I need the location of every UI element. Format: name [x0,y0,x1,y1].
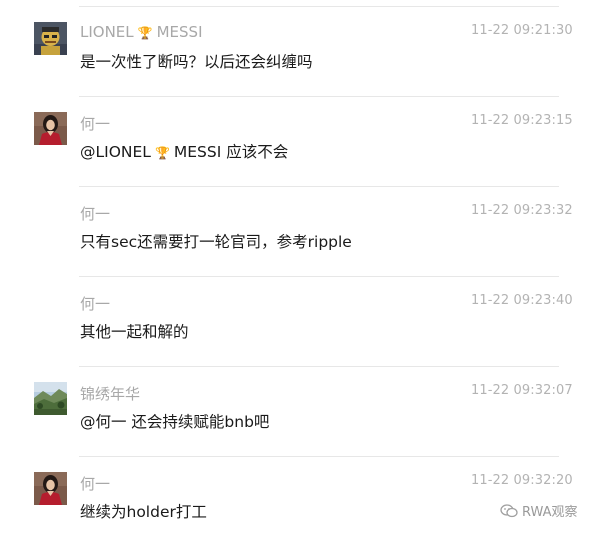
comment-item: 锦绣年华 11-22 09:32:07 @何一 还会持续赋能bnb吧 [0,366,600,456]
author-name-last: MESSI [156,23,203,41]
comment-timestamp: 11-22 09:21:30 [471,23,573,38]
watermark: RWA观察 [500,501,578,520]
comment-item: 何一 11-22 09:23:15 @LIONEL 🏆 MESSI 应该不会 [0,96,600,186]
woman-red-dress-avatar[interactable] [34,112,67,145]
woman-red-dress-avatar[interactable] [34,472,67,505]
trophy-icon: 🏆 [154,146,170,160]
wechat-channel-icon [500,503,518,518]
comment-author[interactable]: 何一 [80,203,110,224]
mention-first: @LIONEL [80,143,151,161]
comment-author[interactable]: 何一 [80,473,110,494]
comment-timestamp: 11-22 09:23:32 [471,203,573,218]
mention-rest: MESSI 应该不会 [173,143,289,161]
trophy-icon: 🏆 [137,26,153,40]
comment-text: 继续为holder打工 [80,503,207,521]
comment-item: 何一 11-22 09:23:40 其他一起和解的 [0,276,600,366]
watermark-text: RWA观察 [522,505,578,520]
comment-item: LIONEL 🏆 MESSI 11-22 09:21:30 是一次性了断吗？以后还会… [0,6,600,96]
comment-timestamp: 11-22 09:23:15 [471,113,573,128]
comment-timestamp: 11-22 09:32:07 [471,383,573,398]
landscape-avatar[interactable] [34,382,67,415]
comment-text: 其他一起和解的 [80,323,189,341]
comment-timestamp: 11-22 09:23:40 [471,293,573,308]
comment-author[interactable]: 锦绣年华 [80,383,140,404]
comment-text: @LIONEL 🏆 MESSI 应该不会 [80,140,288,162]
comment-text: @何一 还会持续赋能bnb吧 [80,413,270,431]
comment-text: 是一次性了断吗？以后还会纠缠吗 [80,53,313,71]
comment-author[interactable]: LIONEL 🏆 MESSI [80,23,203,41]
comment-text: 只有sec还需要打一轮官司，参考ripple [80,233,352,251]
comment-author[interactable]: 何一 [80,293,110,314]
cartoon-avatar[interactable] [34,22,67,55]
author-name-first: LIONEL [80,23,134,41]
comment-timestamp: 11-22 09:32:20 [471,473,573,488]
comment-author[interactable]: 何一 [80,113,110,134]
comment-item: 何一 11-22 09:23:32 只有sec还需要打一轮官司，参考ripple [0,186,600,276]
